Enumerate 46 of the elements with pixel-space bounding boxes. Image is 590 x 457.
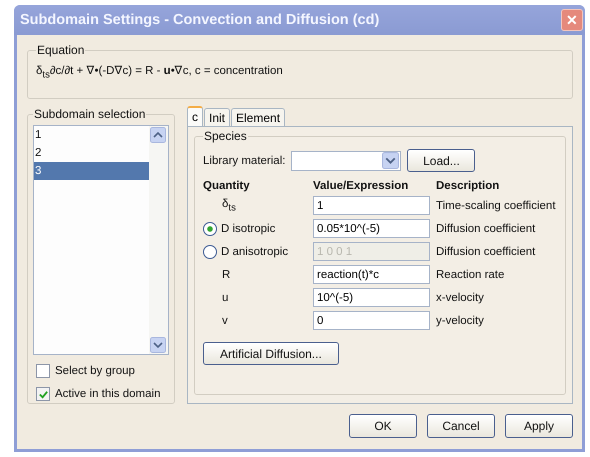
- scrollbar[interactable]: [149, 126, 168, 354]
- quantity-label: u: [221, 292, 228, 304]
- artificial-diffusion-button[interactable]: Artificial Diffusion...: [203, 342, 339, 365]
- dialog-button[interactable]: Cancel: [427, 414, 495, 438]
- scroll-down-icon[interactable]: [150, 337, 166, 353]
- description-text: y-velocity: [436, 314, 485, 326]
- load-button[interactable]: Load...: [407, 149, 476, 172]
- group-legend: Species: [203, 129, 248, 143]
- list-item[interactable]: 2: [34, 144, 149, 162]
- list-item[interactable]: 1: [34, 126, 149, 144]
- quantity-label: v: [221, 314, 228, 326]
- description-text: Reaction rate: [436, 268, 506, 280]
- tab[interactable]: Element: [231, 108, 286, 126]
- equation-text: δ$_{ts}$∂c/∂t + ∇•(-D∇c) = R - u•∇c, c = concentration: [36, 64, 284, 80]
- quantity-label: D isotropic: [221, 222, 276, 234]
- tab[interactable]: Init: [204, 108, 230, 126]
- quantity-label: δ$_{ts}$: [221, 198, 236, 214]
- value-field[interactable]: reaction(t)*c: [313, 265, 430, 284]
- description-text: Time-scaling coefficient: [436, 200, 557, 212]
- radio-button[interactable]: [203, 222, 217, 236]
- tab[interactable]: c: [187, 106, 203, 126]
- value-field[interactable]: 10^(-5): [313, 288, 430, 307]
- dialog-button[interactable]: OK: [349, 414, 417, 438]
- scroll-up-icon[interactable]: [150, 127, 166, 143]
- value-field[interactable]: 1: [313, 196, 430, 215]
- column-header: Quantity: [203, 180, 251, 192]
- checkbox[interactable]: [36, 364, 50, 378]
- column-header: Value/Expression: [313, 180, 410, 192]
- description-text: x-velocity: [436, 292, 485, 304]
- checkbox-label: Select by group: [55, 365, 135, 377]
- window-title: Subdomain Settings - Convection and Diffusion (cd): [20, 12, 380, 28]
- subdomain-list[interactable]: 1 2 3: [33, 125, 169, 355]
- value-field[interactable]: 0: [313, 311, 430, 330]
- description-text: Diffusion coefficient: [436, 246, 536, 258]
- column-header: Description: [436, 180, 500, 192]
- checkbox[interactable]: [36, 387, 50, 401]
- group-legend: Subdomain selection: [33, 107, 146, 121]
- library-label: Library material:: [203, 154, 286, 166]
- dialog-button[interactable]: Apply: [505, 414, 573, 438]
- quantity-label: D anisotropic: [221, 246, 288, 258]
- list-item[interactable]: 3: [34, 162, 149, 180]
- group-legend: Equation: [36, 43, 86, 57]
- quantity-label: R: [221, 268, 230, 280]
- description-text: Diffusion coefficient: [436, 222, 536, 234]
- checkbox-label: Active in this domain: [55, 388, 160, 400]
- value-field[interactable]: 0.05*10^(-5): [313, 219, 430, 238]
